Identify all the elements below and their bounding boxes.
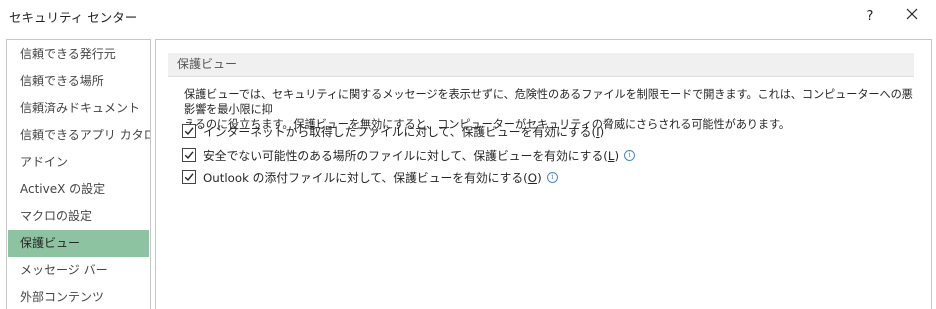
close-button[interactable] [894, 0, 930, 32]
unsafe-locations-checkbox[interactable] [182, 148, 196, 162]
checkmark-icon [184, 127, 194, 136]
window-title: セキュリティ センター [9, 10, 138, 25]
description-line-1: 保護ビューでは、セキュリティに関するメッセージを表示せずに、危険性のあるファイル… [184, 88, 913, 116]
outlook-attachments-checkbox[interactable] [182, 170, 196, 184]
sidebar-item-message-bar[interactable]: メッセージ バー [8, 257, 149, 284]
option-internet-files[interactable]: インターネットから取得したファイルに対して、保護ビューを有効にする(I) [182, 122, 604, 140]
option-label: 安全でない可能性のある場所のファイルに対して、保護ビューを有効にする(L) [203, 148, 620, 163]
info-icon[interactable]: i [624, 149, 636, 161]
trust-center-window: セキュリティ センター ? 信頼できる発行元 信頼できる場所 信頼済みドキュメン… [0, 0, 936, 309]
sidebar-nav: 信頼できる発行元 信頼できる場所 信頼済みドキュメント 信頼できるアプリ カタロ… [6, 39, 151, 309]
internet-files-checkbox[interactable] [182, 124, 196, 138]
option-outlook-attachments[interactable]: Outlook の添付ファイルに対して、保護ビューを有効にする(O) i [182, 168, 558, 186]
option-label: Outlook の添付ファイルに対して、保護ビューを有効にする(O) [203, 170, 542, 185]
sidebar-item-activex-settings[interactable]: ActiveX の設定 [8, 176, 149, 203]
sidebar-item-trusted-app-catalogs[interactable]: 信頼できるアプリ カタログ [8, 122, 150, 149]
settings-panel: 保護ビュー 保護ビューでは、セキュリティに関するメッセージを表示せずに、危険性の… [155, 39, 932, 309]
option-label: インターネットから取得したファイルに対して、保護ビューを有効にする(I) [203, 124, 605, 139]
sidebar-item-macro-settings[interactable]: マクロの設定 [8, 203, 149, 230]
option-unsafe-locations[interactable]: 安全でない可能性のある場所のファイルに対して、保護ビューを有効にする(L) i [182, 146, 636, 164]
checkmark-icon [184, 151, 194, 160]
close-icon [906, 8, 918, 24]
sidebar-item-external-content[interactable]: 外部コンテンツ [8, 284, 149, 309]
info-icon[interactable]: i [546, 171, 558, 183]
title-bar: セキュリティ センター ? [0, 0, 936, 32]
sidebar-item-protected-view[interactable]: 保護ビュー [8, 230, 149, 257]
sidebar-item-add-ins[interactable]: アドイン [8, 149, 149, 176]
sidebar-item-trusted-publishers[interactable]: 信頼できる発行元 [8, 41, 149, 68]
help-button[interactable]: ? [852, 0, 888, 32]
section-header: 保護ビュー [168, 53, 914, 77]
sidebar-item-trusted-documents[interactable]: 信頼済みドキュメント [8, 95, 149, 122]
sidebar-item-trusted-locations[interactable]: 信頼できる場所 [8, 68, 149, 95]
checkmark-icon [184, 173, 194, 182]
